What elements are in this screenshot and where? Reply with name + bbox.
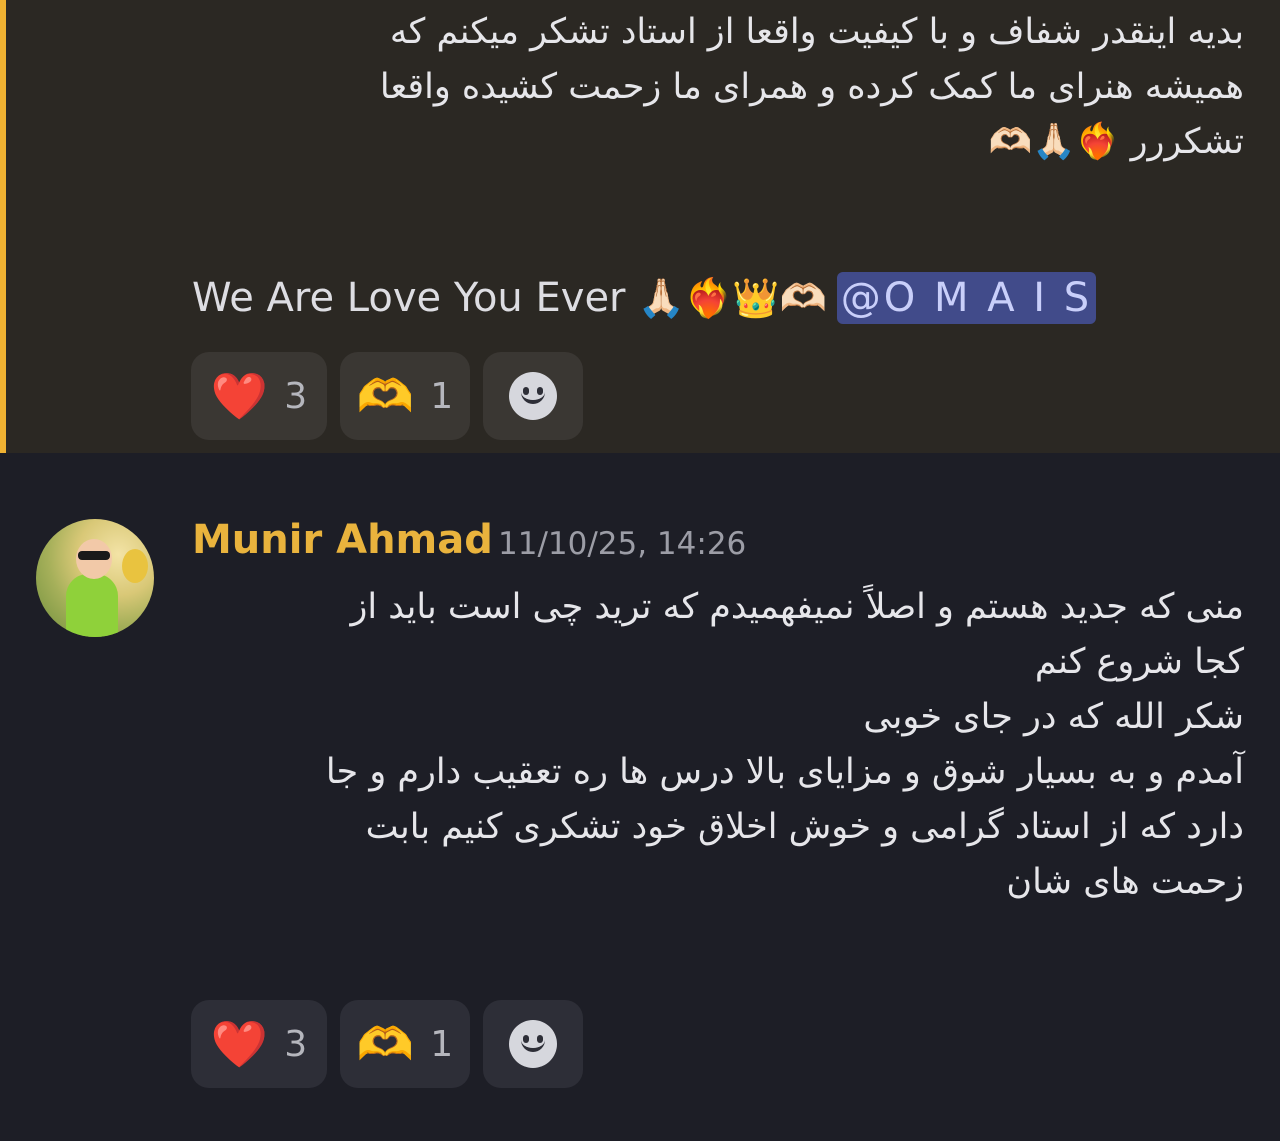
heart-hands-emoji-icon: 🫶 [356,1017,415,1071]
message-2-line: دارد که از استاد گرامی و خوش اخلاق خود ت… [365,807,1244,847]
reaction-heart-hands[interactable]: 🫶 1 [340,352,470,440]
message-timestamp: 11/10/25, 14:26 [498,526,747,562]
message-2-line: منی که جدید هستم و اصلاً نمیفهمیدم که تر… [350,587,1244,627]
message-1-line: همیشه هنرای ما کمک کرده و همرای ما زحمت … [379,67,1244,107]
message-2-line: آمدم و به بسیار شوق و مزایای بالا درس ها… [325,752,1244,792]
message-1-english-line: We Are Love You Ever 🙏🏻❤️‍🔥👑🫶🏻 @O M A I … [192,270,1097,326]
message-1-body: بدیه اینقدر شفاف و با کیفیت واقعا از است… [380,5,1244,170]
reaction-heart[interactable]: ❤️ 3 [191,352,327,440]
author-name[interactable]: Munir Ahmad [192,512,493,568]
heart-hands-emoji-icon: 🫶 [356,369,415,423]
add-reaction-button[interactable] [483,1000,583,1088]
add-reaction-button[interactable] [483,352,583,440]
avatar[interactable] [36,519,154,637]
reaction-count: 1 [430,1023,454,1065]
message-2-line: شکر الله که در جای خوبی [863,697,1244,737]
reaction-count: 1 [430,375,454,417]
heart-emoji-icon: ❤️ [210,369,269,423]
message-2-line: زحمت های شان [1006,862,1244,902]
reaction-heart-hands[interactable]: 🫶 1 [340,1000,470,1088]
message-2-reactions: ❤️ 3 🫶 1 [191,1000,583,1088]
mention-highlight-bar [0,0,6,453]
reaction-count: 3 [284,1023,308,1065]
reaction-count: 3 [284,375,308,417]
message-1-line: تشکررر ❤️‍🔥🙏🏻🫶🏻 [988,122,1244,162]
english-text: We Are Love You Ever [192,275,626,321]
message-2-body: منی که جدید هستم و اصلاً نمیفهمیدم که تر… [326,580,1244,910]
english-emojis: 🙏🏻❤️‍🔥👑🫶🏻 [637,276,827,320]
message-1-line: بدیه اینقدر شفاف و با کیفیت واقعا از است… [389,12,1244,52]
heart-emoji-icon: ❤️ [210,1017,269,1071]
message-highlighted: بدیه اینقدر شفاف و با کیفیت واقعا از است… [0,0,1280,453]
user-mention[interactable]: @O M A I S [836,272,1097,324]
message-2-line: کجا شروع کنم [1034,642,1244,682]
message-1-reactions: ❤️ 3 🫶 1 [191,352,583,440]
smile-icon [509,1020,557,1068]
smile-icon [509,372,557,420]
reaction-heart[interactable]: ❤️ 3 [191,1000,327,1088]
